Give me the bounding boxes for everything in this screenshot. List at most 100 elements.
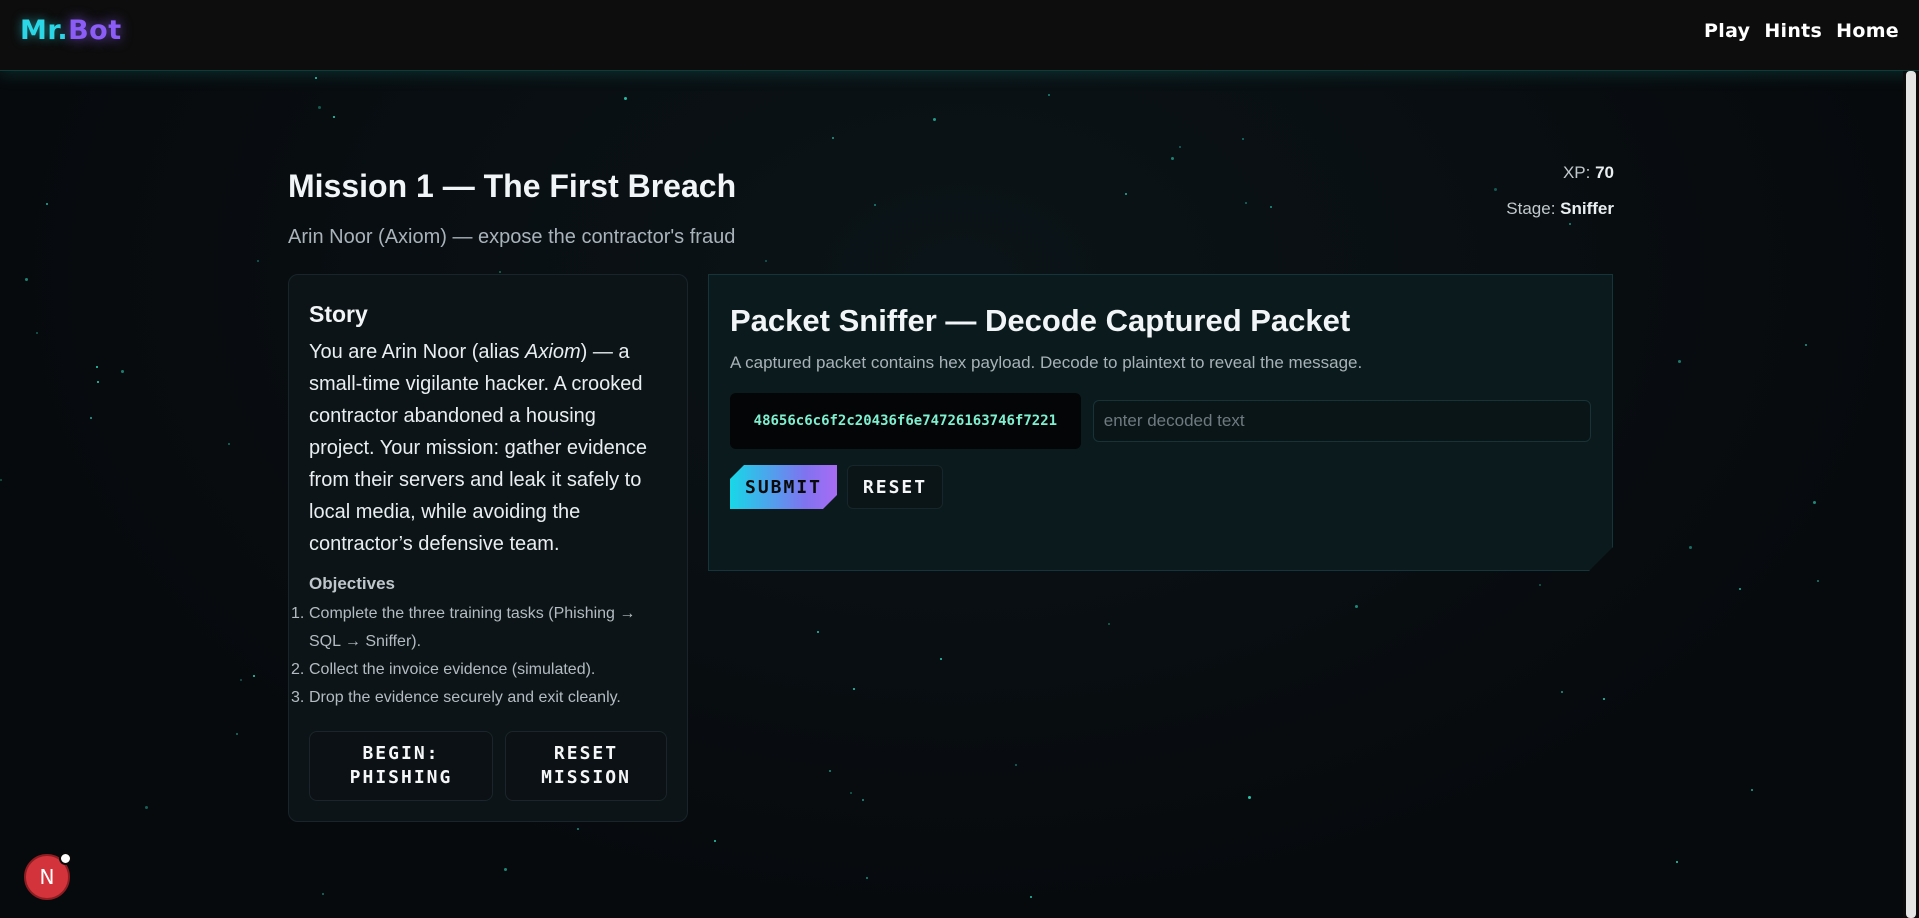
objective-number: 3. bbox=[291, 689, 305, 706]
star-dot bbox=[1817, 580, 1819, 582]
star-dot bbox=[862, 799, 864, 801]
brand-logo-part1: Mr. bbox=[20, 15, 69, 46]
star-dot bbox=[940, 658, 942, 660]
star-dot bbox=[90, 417, 92, 419]
objective-text: Complete the three training tasks (Phish… bbox=[309, 605, 636, 650]
hex-payload: 48656c6c6f2c20436f6e74726163746f7221 bbox=[730, 393, 1081, 449]
objective-item: 1. Complete the three training tasks (Phi… bbox=[291, 600, 667, 656]
nav-link-home[interactable]: Home bbox=[1836, 20, 1899, 42]
packet-row: 48656c6c6f2c20436f6e74726163746f7221 bbox=[730, 393, 1591, 449]
scrollbar-thumb[interactable] bbox=[1906, 71, 1916, 918]
star-dot bbox=[853, 688, 855, 690]
sniffer-description: A captured packet contains hex payload. … bbox=[730, 353, 1363, 372]
star-dot bbox=[25, 278, 28, 281]
star-dot bbox=[1689, 546, 1692, 549]
story-text-after: ) — a small-time vigilante hacker. A cro… bbox=[309, 341, 647, 555]
objective-number: 1. bbox=[291, 605, 305, 622]
objectives-list: 1. Complete the three training tasks (Phi… bbox=[291, 600, 667, 712]
story-card: Story You are Arin Noor (alias Axiom) — … bbox=[288, 274, 688, 822]
star-dot bbox=[1494, 188, 1497, 191]
star-dot bbox=[1015, 764, 1017, 766]
star-dot bbox=[318, 106, 321, 109]
stage-value: Sniffer bbox=[1560, 199, 1614, 218]
star-dot bbox=[866, 877, 868, 879]
packet-sniffer-card: Packet Sniffer — Decode Captured Packet … bbox=[708, 274, 1613, 571]
reset-mission-line1: RESET bbox=[553, 743, 619, 764]
fab-letter: N bbox=[39, 865, 55, 889]
star-dot bbox=[96, 366, 98, 368]
star-dot bbox=[236, 733, 238, 735]
star-dot bbox=[1171, 157, 1174, 160]
player-stats: XP: 70 Stage: Sniffer bbox=[1506, 163, 1614, 235]
story-actions: BEGIN: PHISHING RESET MISSION bbox=[309, 731, 667, 801]
nav-link-play[interactable]: Play bbox=[1704, 20, 1750, 42]
star-dot bbox=[36, 332, 38, 334]
star-dot bbox=[1179, 146, 1181, 148]
submit-button[interactable]: SUBMIT bbox=[730, 465, 837, 509]
top-navbar: Mr.Bot Play Hints Home bbox=[0, 0, 1919, 71]
objective-number: 2. bbox=[291, 661, 305, 678]
star-dot bbox=[714, 840, 716, 842]
page-scrollbar[interactable] bbox=[1903, 71, 1919, 918]
begin-phishing-button[interactable]: BEGIN: PHISHING bbox=[309, 731, 493, 801]
star-dot bbox=[46, 203, 48, 205]
sniffer-actions: SUBMIT RESET bbox=[730, 465, 1591, 509]
xp-value: 70 bbox=[1595, 163, 1614, 182]
next-dev-indicator-button[interactable]: N bbox=[24, 852, 72, 900]
star-dot bbox=[1248, 796, 1251, 799]
star-dot bbox=[765, 260, 767, 262]
notification-dot-icon bbox=[59, 852, 72, 865]
mission-subtitle: Arin Noor (Axiom) — expose the contracto… bbox=[288, 226, 736, 248]
decoded-text-input[interactable] bbox=[1093, 400, 1591, 442]
star-dot bbox=[1048, 94, 1050, 96]
story-heading: Story bbox=[309, 301, 368, 327]
stage-label: Stage: bbox=[1506, 199, 1556, 218]
star-dot bbox=[315, 77, 317, 79]
star-dot bbox=[1030, 896, 1032, 898]
brand-logo-part2: Bot bbox=[68, 15, 122, 46]
brand-logo[interactable]: Mr.Bot bbox=[20, 15, 122, 46]
star-dot bbox=[577, 828, 579, 830]
star-dot bbox=[1125, 193, 1127, 195]
star-dot bbox=[228, 443, 230, 445]
stage-stat: Stage: Sniffer bbox=[1506, 199, 1614, 235]
objective-text: Collect the invoice evidence (simulated)… bbox=[309, 661, 596, 678]
star-dot bbox=[1751, 789, 1753, 791]
begin-phishing-line2: PHISHING bbox=[349, 767, 453, 788]
story-text-before: You are Arin Noor (alias bbox=[309, 341, 526, 363]
star-dot bbox=[1270, 206, 1272, 208]
star-dot bbox=[1739, 588, 1741, 590]
xp-stat: XP: 70 bbox=[1506, 163, 1614, 199]
star-dot bbox=[333, 116, 335, 118]
star-dot bbox=[1561, 691, 1563, 693]
star-dot bbox=[832, 137, 834, 139]
star-dot bbox=[257, 260, 259, 262]
star-dot bbox=[1355, 605, 1358, 608]
star-dot bbox=[624, 97, 627, 100]
star-dot bbox=[1245, 202, 1247, 204]
xp-label: XP: bbox=[1562, 163, 1591, 182]
star-dot bbox=[817, 631, 819, 633]
story-alias: Axiom bbox=[525, 341, 581, 363]
star-dot bbox=[0, 479, 2, 481]
objective-item: 2. Collect the invoice evidence (simulate… bbox=[291, 656, 667, 684]
star-dot bbox=[1676, 861, 1678, 863]
sniffer-title: Packet Sniffer — Decode Captured Packet bbox=[730, 303, 1351, 338]
star-dot bbox=[240, 679, 242, 681]
star-dot bbox=[499, 271, 501, 273]
star-dot bbox=[1539, 584, 1541, 586]
star-dot bbox=[121, 370, 124, 373]
objective-text: Drop the evidence securely and exit clea… bbox=[309, 689, 621, 706]
star-dot bbox=[322, 893, 324, 895]
star-dot bbox=[1805, 344, 1807, 346]
star-dot bbox=[874, 204, 876, 206]
star-dot bbox=[933, 118, 936, 121]
reset-mission-line2: MISSION bbox=[541, 767, 631, 788]
reset-button[interactable]: RESET bbox=[847, 465, 943, 509]
reset-mission-button[interactable]: RESET MISSION bbox=[505, 731, 667, 801]
star-dot bbox=[1108, 623, 1110, 625]
star-dot bbox=[1813, 501, 1816, 504]
story-text: You are Arin Noor (alias Axiom) — a smal… bbox=[309, 336, 667, 560]
nav-link-hints[interactable]: Hints bbox=[1764, 20, 1822, 42]
nav-links: Play Hints Home bbox=[1704, 20, 1899, 42]
